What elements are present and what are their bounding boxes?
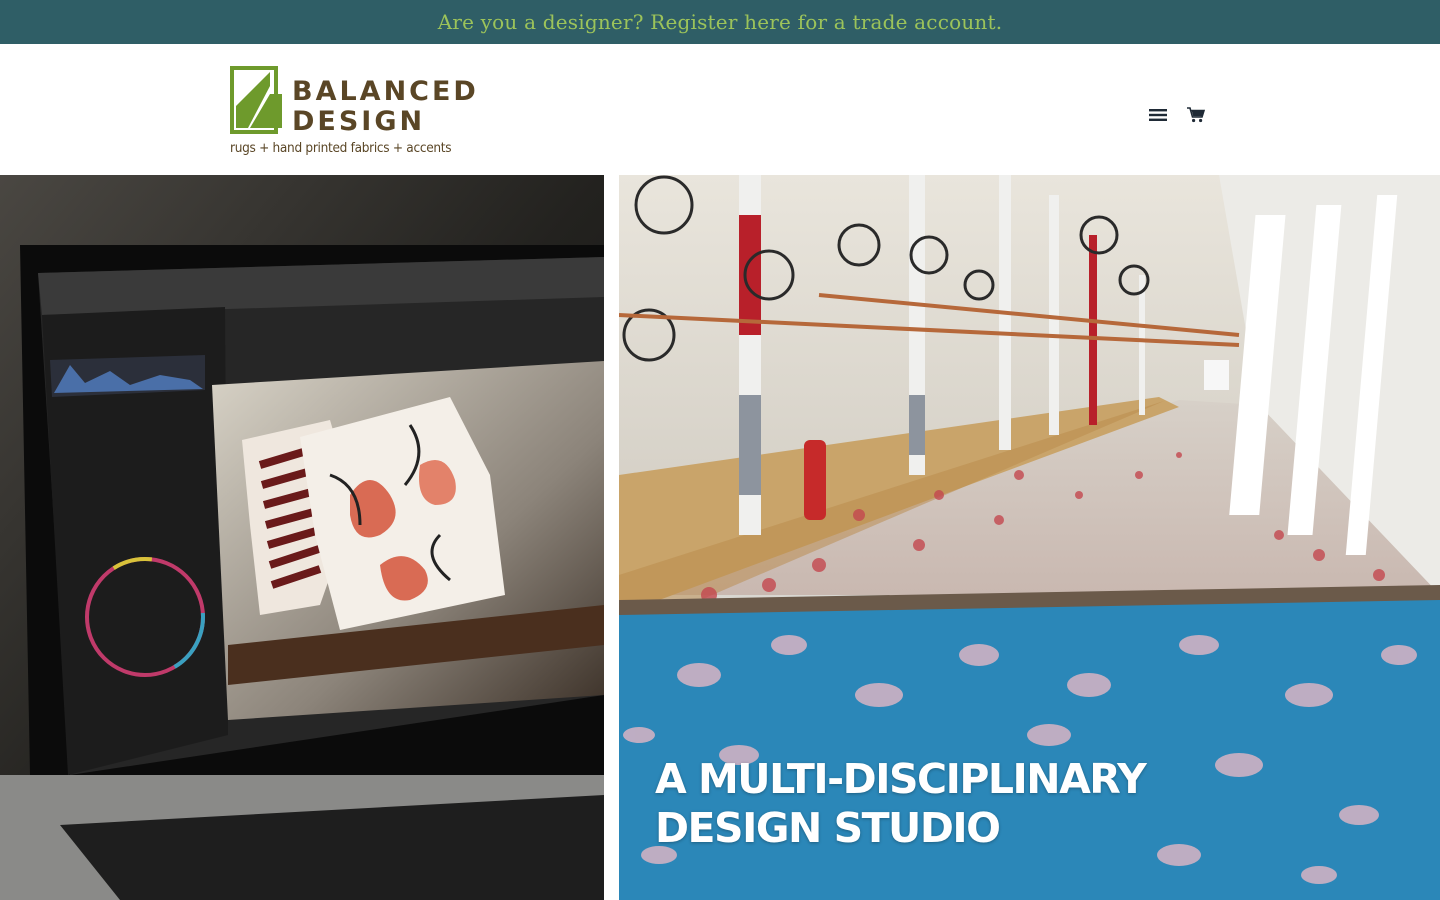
logo-tagline: rugs + hand printed fabrics + accents xyxy=(230,140,452,156)
trade-account-banner[interactable]: Are you a designer? Register here for a … xyxy=(0,0,1440,44)
trade-account-banner-text: Are you a designer? Register here for a … xyxy=(437,10,1003,34)
logo-word-design: DESIGN xyxy=(292,106,426,137)
shopping-cart-icon[interactable] xyxy=(1186,106,1206,124)
logo-mark-icon xyxy=(230,66,282,134)
hero-caption-line-2: DESIGN STUDIO xyxy=(655,804,1001,852)
site-header: BALANCED DESIGN rugs + hand printed fabr… xyxy=(0,44,1440,175)
header-actions xyxy=(1148,106,1206,124)
hero-image-factory: A MULTI-DISCIPLINARY DESIGN STUDIO xyxy=(619,175,1440,900)
hero-divider xyxy=(604,175,619,900)
hamburger-menu-icon[interactable] xyxy=(1148,106,1168,124)
hero-image-laptop xyxy=(0,175,604,900)
laptop-photo xyxy=(0,175,604,900)
hero-caption: A MULTI-DISCIPLINARY DESIGN STUDIO xyxy=(655,755,1147,853)
site-logo[interactable]: BALANCED DESIGN rugs + hand printed fabr… xyxy=(230,66,476,162)
hero-caption-line-1: A MULTI-DISCIPLINARY xyxy=(655,755,1147,803)
logo-word-balanced: BALANCED xyxy=(292,76,479,107)
